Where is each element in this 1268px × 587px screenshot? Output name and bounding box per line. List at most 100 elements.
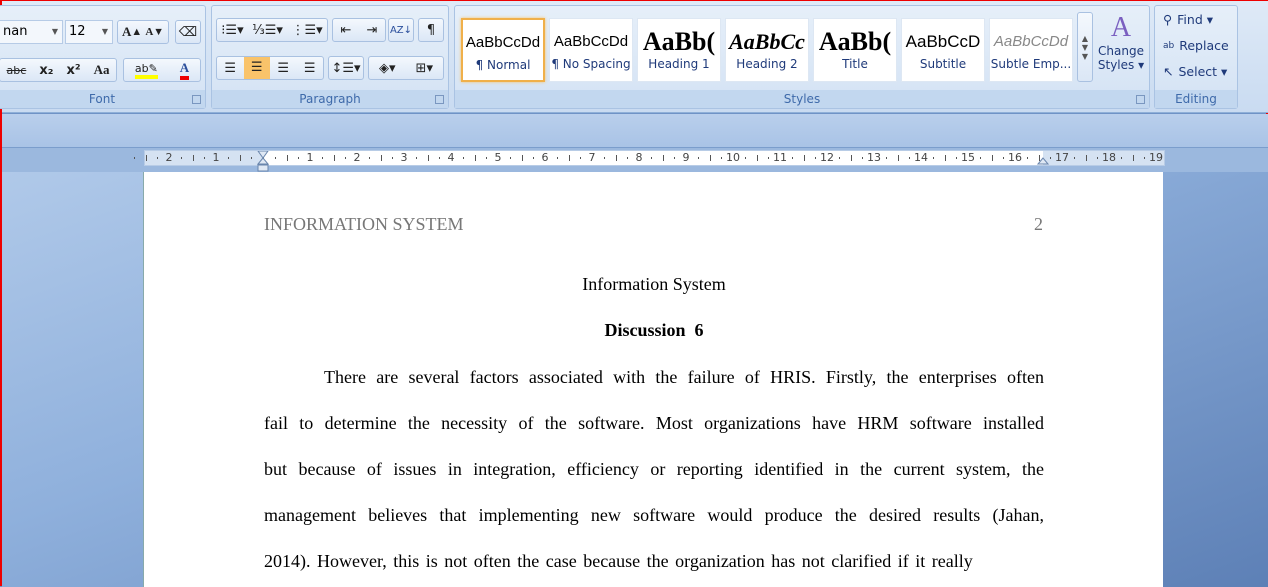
font-size-combo[interactable]: 12 ▼	[65, 20, 113, 44]
justify-icon[interactable]: ☰	[297, 61, 324, 76]
horizontal-ruler[interactable]: 2 1 1 2 3 4 5 6 7 8 9 10 11 12 13 14 15 16 17 18 19	[133, 150, 1165, 172]
indent-buttons[interactable]: ⇤ ⇥	[332, 18, 386, 42]
style-subtitle[interactable]: AaBbCcD Subtitle	[901, 18, 985, 82]
select-button[interactable]: ↖ Select ▾	[1163, 64, 1227, 79]
document-title: Information System	[582, 274, 726, 294]
ruler-number: 15	[961, 151, 975, 164]
styles-dialog-launcher[interactable]	[1136, 95, 1145, 104]
left-indent-marker[interactable]	[256, 150, 270, 173]
ruler-tick	[885, 157, 887, 159]
shrink-font-icon[interactable]: A	[145, 26, 153, 38]
grow-shrink-font-buttons[interactable]: A ▲ A ▼	[117, 20, 169, 44]
increase-indent-icon[interactable]: ⇥	[367, 23, 378, 38]
font-size-value: 12	[69, 24, 86, 39]
ruler-number: 7	[588, 151, 596, 164]
ruler-tick	[932, 157, 934, 159]
show-marks-button[interactable]: ¶	[418, 18, 444, 42]
ribbon: nan ▼ 12 ▼ A ▲ A ▼ ⌫ abc x₂ x² Aa ab✎ A Font…	[0, 1, 1268, 113]
style-sample: AaBb(	[818, 27, 892, 56]
ruler-tick	[721, 157, 723, 159]
superscript-button[interactable]: x²	[66, 63, 80, 78]
ruler-tick	[1003, 157, 1005, 159]
color-buttons[interactable]: ab✎ A	[123, 58, 201, 82]
font-color-icon[interactable]: A	[179, 60, 190, 80]
shading-borders-buttons[interactable]: ◈▾ ⊞▾	[368, 56, 444, 80]
align-left-icon[interactable]: ☰	[217, 61, 244, 76]
ruler-tick	[979, 157, 981, 159]
binoculars-icon: ⚲	[1163, 12, 1173, 27]
ruler-tick	[298, 157, 300, 159]
font-name-value: nan	[3, 24, 28, 39]
ruler-tick	[662, 155, 664, 161]
ruler-tick	[180, 157, 182, 159]
style-heading-2[interactable]: AaBbCc Heading 2	[725, 18, 809, 82]
list-buttons[interactable]: ⁝☰▾ ⅓☰▾ ⋮☰▾	[216, 18, 328, 42]
style-no-spacing[interactable]: AaBbCcDd ¶ No Spacing	[549, 18, 633, 82]
ruler-tick	[709, 155, 711, 161]
line-spacing-button[interactable]: ↕☰▾	[328, 56, 364, 80]
replace-button[interactable]: ab Replace	[1163, 38, 1229, 53]
change-styles-button[interactable]: A Change Styles ▾	[1097, 12, 1145, 72]
grow-font-icon[interactable]: A	[122, 24, 131, 40]
ruler-tick	[1073, 157, 1075, 159]
highlight-icon[interactable]: ab✎	[134, 62, 158, 79]
page-header-text: INFORMATION SYSTEM	[264, 214, 464, 234]
font-effects-buttons[interactable]: abc x₂ x² Aa	[0, 58, 117, 82]
align-center-icon[interactable]: ☰	[243, 57, 270, 79]
ruler-tick	[568, 155, 570, 161]
more-icon[interactable]: ▼	[1082, 52, 1088, 61]
style-title[interactable]: AaBb(Title	[813, 18, 897, 82]
change-case-button[interactable]: Aa	[94, 62, 110, 78]
ruler-tick	[427, 155, 429, 161]
ruler-tick	[815, 157, 817, 159]
decrease-indent-icon[interactable]: ⇤	[341, 23, 352, 38]
style-normal[interactable]: AaBbCcDd ¶ Normal	[461, 18, 545, 82]
ruler-tick	[380, 155, 382, 161]
align-right-icon[interactable]: ☰	[270, 61, 297, 76]
ruler-tick	[333, 155, 335, 161]
style-name: ¶ Normal	[475, 58, 531, 72]
bullets-icon[interactable]: ⁝☰▾	[221, 23, 243, 38]
multilevel-list-icon[interactable]: ⋮☰▾	[292, 23, 323, 38]
find-button[interactable]: ⚲ Find ▾	[1163, 12, 1213, 27]
ruler-number: 5	[494, 151, 502, 164]
ruler-number: 11	[773, 151, 787, 164]
scroll-down-icon[interactable]: ▼	[1082, 43, 1088, 52]
style-name: Subtle Emp...	[990, 57, 1072, 71]
paragraph-group-label: Paragraph	[212, 90, 448, 108]
ruler-tick	[368, 157, 370, 159]
alignment-buttons[interactable]: ☰ ☰ ☰ ☰	[216, 56, 324, 80]
right-indent-marker[interactable]	[1036, 151, 1050, 173]
numbering-icon[interactable]: ⅓☰▾	[252, 23, 283, 38]
strikethrough-button[interactable]: abc	[7, 64, 27, 77]
paragraph-dialog-launcher[interactable]	[435, 95, 444, 104]
style-sample: AaBbCcDd	[465, 34, 541, 51]
subscript-button[interactable]: x₂	[39, 63, 53, 78]
sort-button[interactable]: AZ↓	[388, 18, 414, 42]
ruler-tick	[956, 157, 958, 159]
scroll-up-icon[interactable]: ▲	[1082, 34, 1088, 43]
body-line: fail to determine the necessity of the s…	[264, 413, 1044, 433]
ruler-tick	[533, 157, 535, 159]
line-spacing-icon: ↕☰▾	[331, 60, 361, 76]
ruler-tick	[415, 157, 417, 159]
shading-icon[interactable]: ◈▾	[379, 61, 396, 76]
ruler-number: 4	[447, 151, 455, 164]
ruler-tick	[521, 155, 523, 161]
clear-formatting-button[interactable]: ⌫	[175, 20, 201, 44]
style-heading-1[interactable]: AaBb(Heading 1	[637, 18, 721, 82]
style-subtle-emphasis[interactable]: AaBbCcDd Subtle Emp...	[989, 18, 1073, 82]
ruler-number: 1	[306, 151, 314, 164]
change-styles-label: Change	[1098, 44, 1144, 58]
ruler-tick	[392, 157, 394, 159]
borders-icon[interactable]: ⊞▾	[416, 61, 433, 76]
ruler-number: 1	[212, 151, 220, 164]
styles-gallery-scroll[interactable]: ▲ ▼ ▼	[1077, 12, 1093, 82]
document-page[interactable]: INFORMATION SYSTEM 2 Information System …	[143, 172, 1163, 587]
font-dialog-launcher[interactable]	[192, 95, 201, 104]
ruler-tick	[897, 155, 899, 161]
ruler-number: 10	[726, 151, 740, 164]
ruler-tick	[321, 157, 323, 159]
font-name-combo[interactable]: nan ▼	[0, 20, 63, 44]
ruler-tick	[474, 155, 476, 161]
